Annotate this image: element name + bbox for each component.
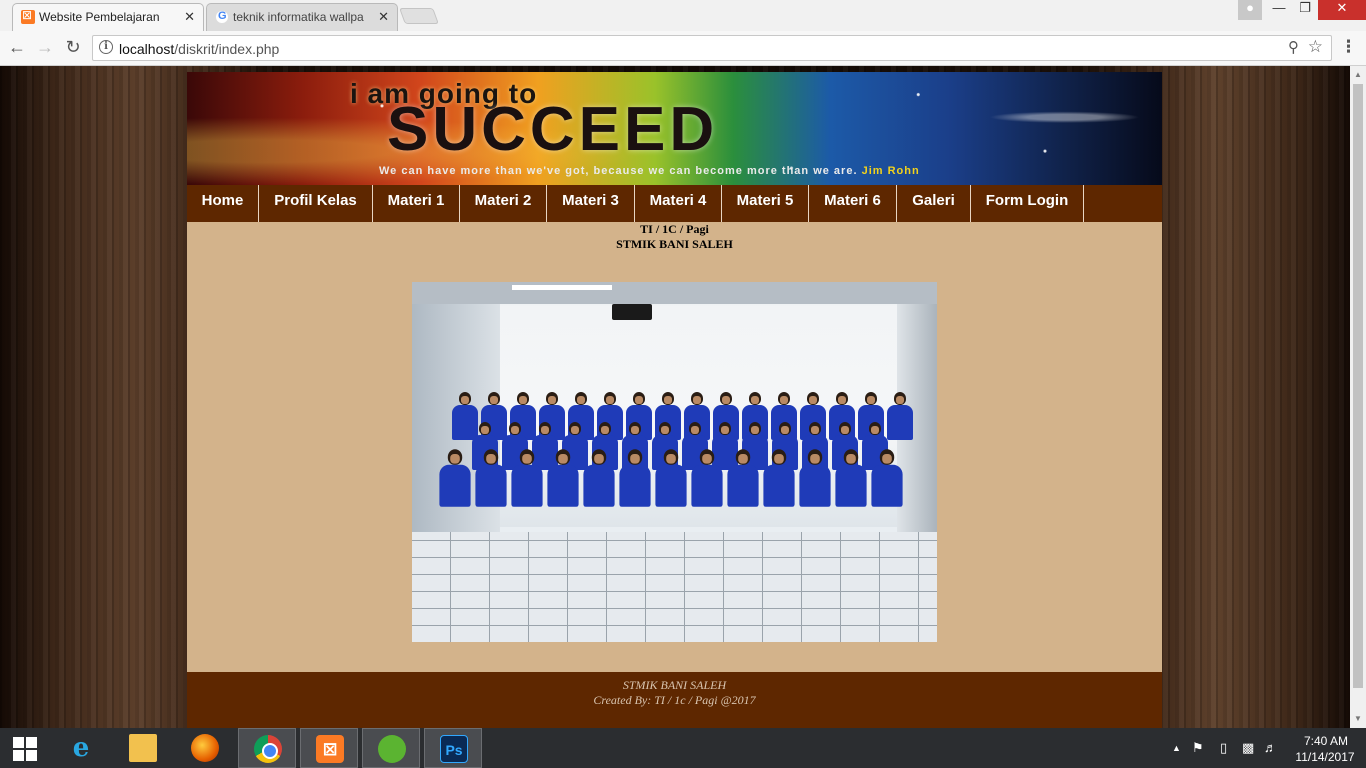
main-nav: Home Profil Kelas Materi 1 Materi 2 Mate… bbox=[187, 185, 1162, 222]
footer-institution: STMIK BANI SALEH bbox=[622, 678, 727, 692]
close-icon[interactable]: ✕ bbox=[184, 9, 195, 25]
student-figure bbox=[761, 449, 797, 507]
dreamweaver-icon bbox=[378, 735, 406, 763]
student-figure bbox=[617, 449, 653, 507]
student-figure bbox=[725, 449, 761, 507]
nav-item-materi-6[interactable]: Materi 6 bbox=[809, 185, 897, 222]
banner-quote: We can have more than we've got, because… bbox=[379, 165, 920, 177]
minimize-button[interactable]: — bbox=[1266, 0, 1292, 20]
taskbar-internet-explorer[interactable]: e bbox=[52, 728, 110, 768]
firefox-icon bbox=[191, 734, 219, 762]
banner-quote-text: We can have more than we've got, because… bbox=[379, 165, 858, 177]
taskbar-file-explorer[interactable] bbox=[114, 728, 172, 768]
tab-title: Website Pembelajaran bbox=[39, 10, 160, 24]
tab-title: teknik informatika wallpa bbox=[233, 10, 364, 24]
nav-item-materi-1[interactable]: Materi 1 bbox=[373, 185, 460, 222]
close-icon[interactable]: ✕ bbox=[378, 9, 389, 25]
nav-item-materi-3[interactable]: Materi 3 bbox=[547, 185, 635, 222]
xampp-icon bbox=[21, 8, 35, 24]
page-container: i am going to SUCCEED We can have more t… bbox=[187, 72, 1162, 728]
class-group-photo bbox=[412, 282, 937, 642]
students-group bbox=[439, 392, 930, 542]
student-figure bbox=[437, 449, 473, 507]
chrome-icon bbox=[254, 735, 282, 763]
clock-date[interactable]: 11/14/2017 bbox=[1290, 750, 1360, 764]
url-input[interactable]: i localhost/diskrit/index.php ⚲ ☆ bbox=[92, 35, 1332, 61]
student-figure bbox=[509, 449, 545, 507]
tab-website-pembelajaran[interactable]: Website Pembelajaran ✕ bbox=[12, 3, 204, 31]
taskbar-chrome[interactable] bbox=[238, 728, 296, 768]
student-figure bbox=[797, 449, 833, 507]
page-footer: STMIK BANI SALEH Created By: TI / 1c / P… bbox=[187, 672, 1162, 728]
banner-line2: SUCCEED bbox=[387, 95, 719, 164]
student-figure bbox=[545, 449, 581, 507]
windows-taskbar: e ⊠ Ps ▲ ⚑ ▯ ▩ ♬ 7:40 AM 11/14/2017 bbox=[0, 728, 1366, 768]
forward-arrow-icon[interactable]: → bbox=[34, 37, 56, 58]
nav-item-profil-kelas[interactable]: Profil Kelas bbox=[259, 185, 373, 222]
windows-logo-icon bbox=[13, 737, 24, 748]
bookmark-star-icon[interactable]: ☆ bbox=[1308, 37, 1323, 57]
clock-time[interactable]: 7:40 AM bbox=[1296, 734, 1356, 748]
close-window-button[interactable]: ✕ bbox=[1318, 0, 1366, 20]
student-figure bbox=[581, 449, 617, 507]
scroll-up-icon[interactable]: ▲ bbox=[1354, 70, 1362, 79]
taskbar-firefox[interactable] bbox=[176, 728, 234, 768]
battery-icon[interactable]: ▯ bbox=[1220, 740, 1227, 756]
maximize-button[interactable]: ❐ bbox=[1292, 0, 1318, 20]
vertical-scrollbar[interactable]: ▲ ▼ bbox=[1350, 66, 1366, 728]
banner-quote-author: Jim Rohn bbox=[861, 165, 920, 177]
scroll-down-icon[interactable]: ▼ bbox=[1354, 714, 1362, 723]
nav-item-form-login[interactable]: Form Login bbox=[971, 185, 1084, 222]
student-figure bbox=[653, 449, 689, 507]
reload-icon[interactable]: ↻ bbox=[62, 37, 84, 58]
page-viewport: i am going to SUCCEED We can have more t… bbox=[0, 66, 1350, 728]
volume-icon[interactable]: ♬ bbox=[1264, 740, 1277, 755]
header-banner: i am going to SUCCEED We can have more t… bbox=[187, 72, 1162, 185]
start-button[interactable] bbox=[0, 728, 50, 768]
show-hidden-icons-icon[interactable]: ▲ bbox=[1172, 743, 1181, 753]
taskbar-xampp[interactable]: ⊠ bbox=[300, 728, 358, 768]
url-text: localhost/diskrit/index.php bbox=[119, 41, 279, 57]
network-icon[interactable]: ▩ bbox=[1242, 740, 1254, 756]
taskbar-dreamweaver[interactable] bbox=[362, 728, 420, 768]
nav-item-materi-2[interactable]: Materi 2 bbox=[460, 185, 547, 222]
student-figure bbox=[833, 449, 869, 507]
footer-credit: Created By: TI / 1c / Pagi @2017 bbox=[593, 693, 756, 707]
photoshop-icon: Ps bbox=[440, 735, 468, 763]
campus-subtitle: STMIK BANI SALEH bbox=[616, 237, 733, 251]
address-toolbar: ← → ↻ i localhost/diskrit/index.php ⚲ ☆ … bbox=[0, 31, 1366, 66]
nav-item-materi-4[interactable]: Materi 4 bbox=[635, 185, 722, 222]
back-arrow-icon[interactable]: ← bbox=[6, 37, 28, 58]
scrollbar-thumb[interactable] bbox=[1353, 84, 1363, 688]
student-figure bbox=[473, 449, 509, 507]
nav-item-galeri[interactable]: Galeri bbox=[897, 185, 971, 222]
internet-explorer-icon: e bbox=[72, 733, 90, 763]
zoom-icon[interactable]: ⚲ bbox=[1288, 38, 1299, 56]
google-icon bbox=[215, 10, 229, 24]
action-center-flag-icon[interactable]: ⚑ bbox=[1192, 740, 1204, 756]
xampp-icon: ⊠ bbox=[316, 735, 344, 763]
url-host: localhost bbox=[119, 41, 175, 57]
user-icon[interactable]: ● bbox=[1238, 0, 1262, 20]
browser-tab-bar: Website Pembelajaran ✕ teknik informatik… bbox=[0, 0, 1366, 31]
taskbar-photoshop[interactable]: Ps bbox=[424, 728, 482, 768]
student-figure bbox=[689, 449, 725, 507]
student-figure bbox=[869, 449, 905, 507]
url-path: /diskrit/index.php bbox=[174, 41, 280, 57]
nav-item-home[interactable]: Home bbox=[187, 185, 259, 222]
info-icon[interactable]: i bbox=[99, 40, 113, 54]
file-explorer-icon bbox=[129, 734, 157, 762]
menu-icon[interactable]: ⋮ bbox=[1340, 37, 1357, 57]
tab-teknik-informatika[interactable]: teknik informatika wallpa ✕ bbox=[206, 3, 398, 31]
projector bbox=[612, 304, 652, 320]
class-subtitle: TI / 1C / Pagi bbox=[640, 222, 709, 236]
new-tab-button[interactable] bbox=[399, 8, 439, 24]
nav-item-materi-5[interactable]: Materi 5 bbox=[722, 185, 809, 222]
